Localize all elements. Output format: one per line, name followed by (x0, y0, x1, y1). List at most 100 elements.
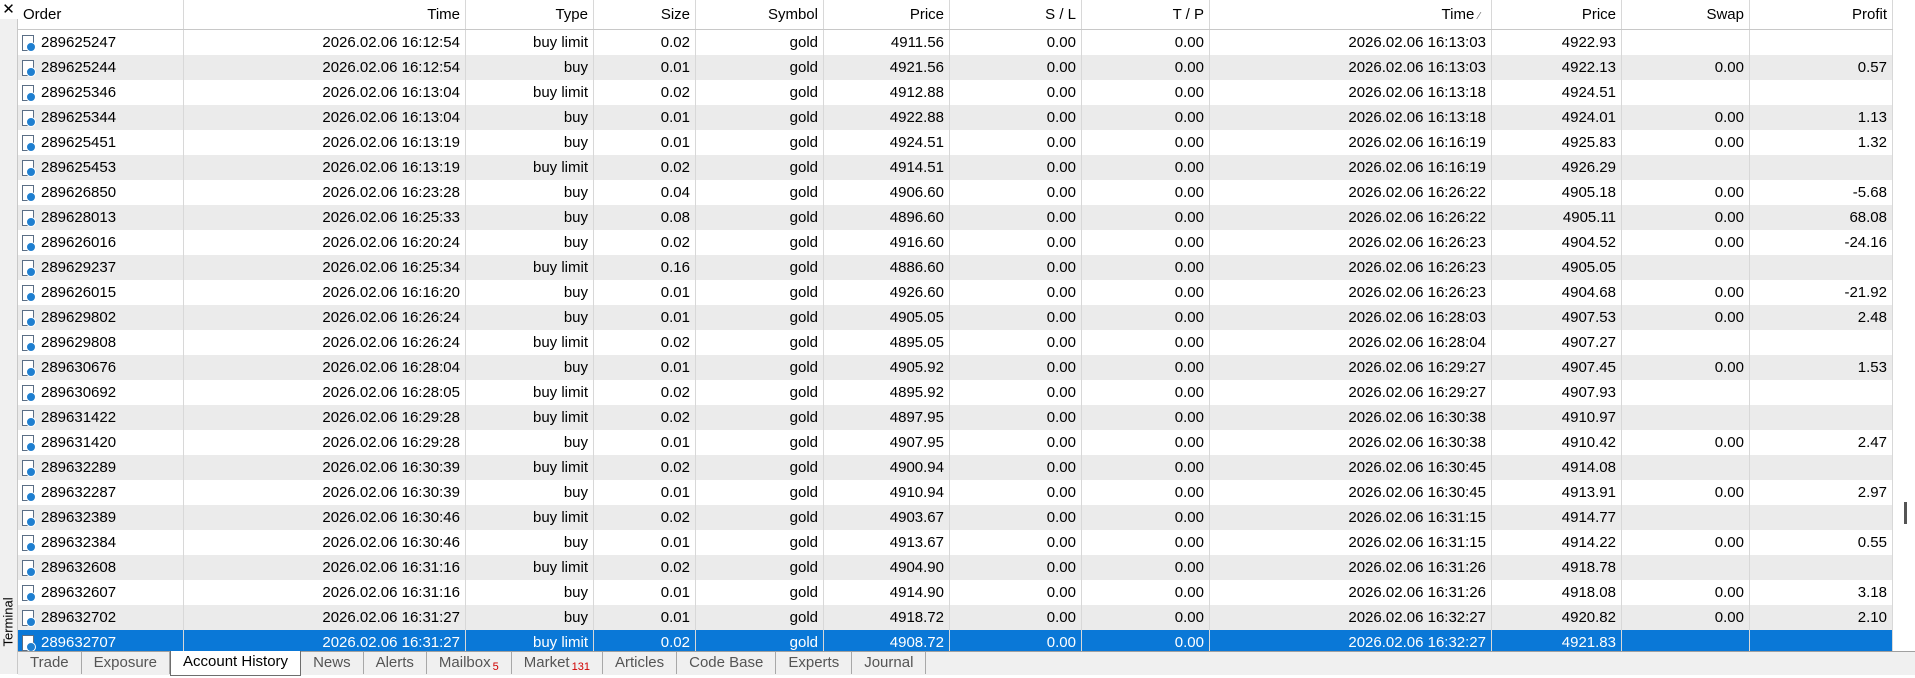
cell-swap (1622, 155, 1750, 180)
cell-profit (1750, 380, 1893, 405)
order-document-icon (22, 109, 36, 127)
cell-sl: 0.00 (950, 355, 1082, 380)
table-row[interactable]: 289629802 2026.02.06 16:26:24 buy 0.01 gold 4… (18, 305, 1893, 330)
column-header-type[interactable]: Type (466, 0, 594, 29)
table-row[interactable]: 289632384 2026.02.06 16:30:46 buy 0.01 gold 4… (18, 530, 1893, 555)
table-row[interactable]: 289625247 2026.02.06 16:12:54 buy limit 0.0… (18, 30, 1893, 55)
tab-trade[interactable]: Trade (18, 652, 82, 674)
cell-time-open: 2026.02.06 16:23:28 (184, 180, 466, 205)
tab-journal[interactable]: Journal (852, 652, 927, 674)
column-header-symbol[interactable]: Symbol (696, 0, 824, 29)
tab-alerts[interactable]: Alerts (364, 652, 427, 674)
order-document-icon (22, 359, 36, 377)
column-header-time-open[interactable]: Time (184, 0, 466, 29)
tab-label: Journal (864, 654, 914, 671)
table-row[interactable]: 289628013 2026.02.06 16:25:33 buy 0.08 gold 4… (18, 205, 1893, 230)
cell-sl: 0.00 (950, 405, 1082, 430)
order-document-icon (22, 209, 36, 227)
column-header-sl[interactable]: S / L (950, 0, 1082, 29)
column-header-profit[interactable]: Profit (1750, 0, 1893, 29)
tab-market[interactable]: Market 131 (512, 652, 603, 674)
cell-time-open: 2026.02.06 16:29:28 (184, 430, 466, 455)
cell-price-open: 4914.51 (824, 155, 950, 180)
cell-order: 289632607 (18, 580, 184, 605)
tab-articles[interactable]: Articles (603, 652, 678, 674)
cell-sl: 0.00 (950, 430, 1082, 455)
table-row[interactable]: 289626850 2026.02.06 16:23:28 buy 0.04 gold 4… (18, 180, 1893, 205)
cell-type: buy (466, 55, 594, 80)
table-row[interactable]: 289632608 2026.02.06 16:31:16 buy limit 0.0… (18, 555, 1893, 580)
cell-profit: 2.10 (1750, 605, 1893, 630)
cell-price-open: 4916.60 (824, 230, 950, 255)
cell-price-close: 4925.83 (1492, 130, 1622, 155)
cell-time-close: 2026.02.06 16:29:27 (1210, 380, 1492, 405)
cell-size: 0.02 (594, 455, 696, 480)
order-document-icon (22, 84, 36, 102)
cell-time-open: 2026.02.06 16:28:05 (184, 380, 466, 405)
tab-experts[interactable]: Experts (776, 652, 853, 674)
table-row[interactable]: 289632702 2026.02.06 16:31:27 buy 0.01 gold 4… (18, 605, 1893, 630)
table-row[interactable]: 289632389 2026.02.06 16:30:46 buy limit 0.0… (18, 505, 1893, 530)
cell-price-close: 4913.91 (1492, 480, 1622, 505)
table-row[interactable]: 289630692 2026.02.06 16:28:05 buy limit 0.0… (18, 380, 1893, 405)
cell-sl: 0.00 (950, 455, 1082, 480)
column-header-size[interactable]: Size (594, 0, 696, 29)
table-row[interactable]: 289625244 2026.02.06 16:12:54 buy 0.01 gold 4… (18, 55, 1893, 80)
cell-order: 289631420 (18, 430, 184, 455)
table-row[interactable]: 289631422 2026.02.06 16:29:28 buy limit 0.0… (18, 405, 1893, 430)
cell-time-close: 2026.02.06 16:28:03 (1210, 305, 1492, 330)
order-id: 289625344 (41, 109, 117, 126)
table-row[interactable]: 289632289 2026.02.06 16:30:39 buy limit 0.0… (18, 455, 1893, 480)
scrollbar-thumb[interactable] (1904, 502, 1907, 524)
cell-symbol: gold (696, 55, 824, 80)
table-row[interactable]: 289629237 2026.02.06 16:25:34 buy limit 0.1… (18, 255, 1893, 280)
table-row[interactable]: 289631420 2026.02.06 16:29:28 buy 0.01 gold 4… (18, 430, 1893, 455)
cell-size: 0.01 (594, 55, 696, 80)
cell-price-close: 4905.11 (1492, 205, 1622, 230)
order-id: 289629237 (41, 259, 117, 276)
cell-price-close: 4907.93 (1492, 380, 1622, 405)
column-header-order[interactable]: Order (18, 0, 184, 29)
column-header-time-close[interactable]: Time ⁄ (1210, 0, 1492, 29)
cell-time-close: 2026.02.06 16:32:27 (1210, 605, 1492, 630)
table-row[interactable]: 289625451 2026.02.06 16:13:19 buy 0.01 gold 4… (18, 130, 1893, 155)
table-row[interactable]: 289630676 2026.02.06 16:28:04 buy 0.01 gold 4… (18, 355, 1893, 380)
order-document-icon (22, 134, 36, 152)
table-row[interactable]: 289632607 2026.02.06 16:31:16 buy 0.01 gold 4… (18, 580, 1893, 605)
tab-news[interactable]: News (301, 652, 364, 674)
cell-tp: 0.00 (1082, 30, 1210, 55)
column-header-price-close[interactable]: Price (1492, 0, 1622, 29)
cell-time-close: 2026.02.06 16:31:26 (1210, 580, 1492, 605)
order-document-icon (22, 584, 36, 602)
column-header-tp[interactable]: T / P (1082, 0, 1210, 29)
tab-mailbox[interactable]: Mailbox 5 (427, 652, 512, 674)
cell-time-open: 2026.02.06 16:29:28 (184, 405, 466, 430)
tab-exposure[interactable]: Exposure (82, 652, 171, 674)
cell-symbol: gold (696, 480, 824, 505)
cell-profit (1750, 455, 1893, 480)
table-row[interactable]: 289632287 2026.02.06 16:30:39 buy 0.01 gold 4… (18, 480, 1893, 505)
cell-sl: 0.00 (950, 255, 1082, 280)
table-row[interactable]: 289625346 2026.02.06 16:13:04 buy limit 0.0… (18, 80, 1893, 105)
table-row[interactable]: 289629808 2026.02.06 16:26:24 buy limit 0.0… (18, 330, 1893, 355)
table-row[interactable]: 289625344 2026.02.06 16:13:04 buy 0.01 gold 4… (18, 105, 1893, 130)
column-header-price-open[interactable]: Price (824, 0, 950, 29)
close-icon[interactable]: ✕ (0, 0, 17, 19)
cell-price-open: 4903.67 (824, 505, 950, 530)
order-id: 289625247 (41, 34, 117, 51)
cell-sl: 0.00 (950, 80, 1082, 105)
cell-type: buy limit (466, 555, 594, 580)
table-row[interactable]: 289625453 2026.02.06 16:13:19 buy limit 0.0… (18, 155, 1893, 180)
cell-tp: 0.00 (1082, 605, 1210, 630)
cell-price-close: 4920.82 (1492, 605, 1622, 630)
table-row[interactable]: 289626016 2026.02.06 16:20:24 buy 0.02 gold 4… (18, 230, 1893, 255)
column-header-swap[interactable]: Swap (1622, 0, 1750, 29)
cell-swap: 0.00 (1622, 180, 1750, 205)
tab-account-history[interactable]: Account History (170, 651, 302, 676)
tab-code-base[interactable]: Code Base (677, 652, 777, 674)
cell-tp: 0.00 (1082, 455, 1210, 480)
cell-symbol: gold (696, 80, 824, 105)
cell-price-open: 4905.92 (824, 355, 950, 380)
table-row[interactable]: 289626015 2026.02.06 16:16:20 buy 0.01 gold 4… (18, 280, 1893, 305)
order-document-icon (22, 459, 36, 477)
